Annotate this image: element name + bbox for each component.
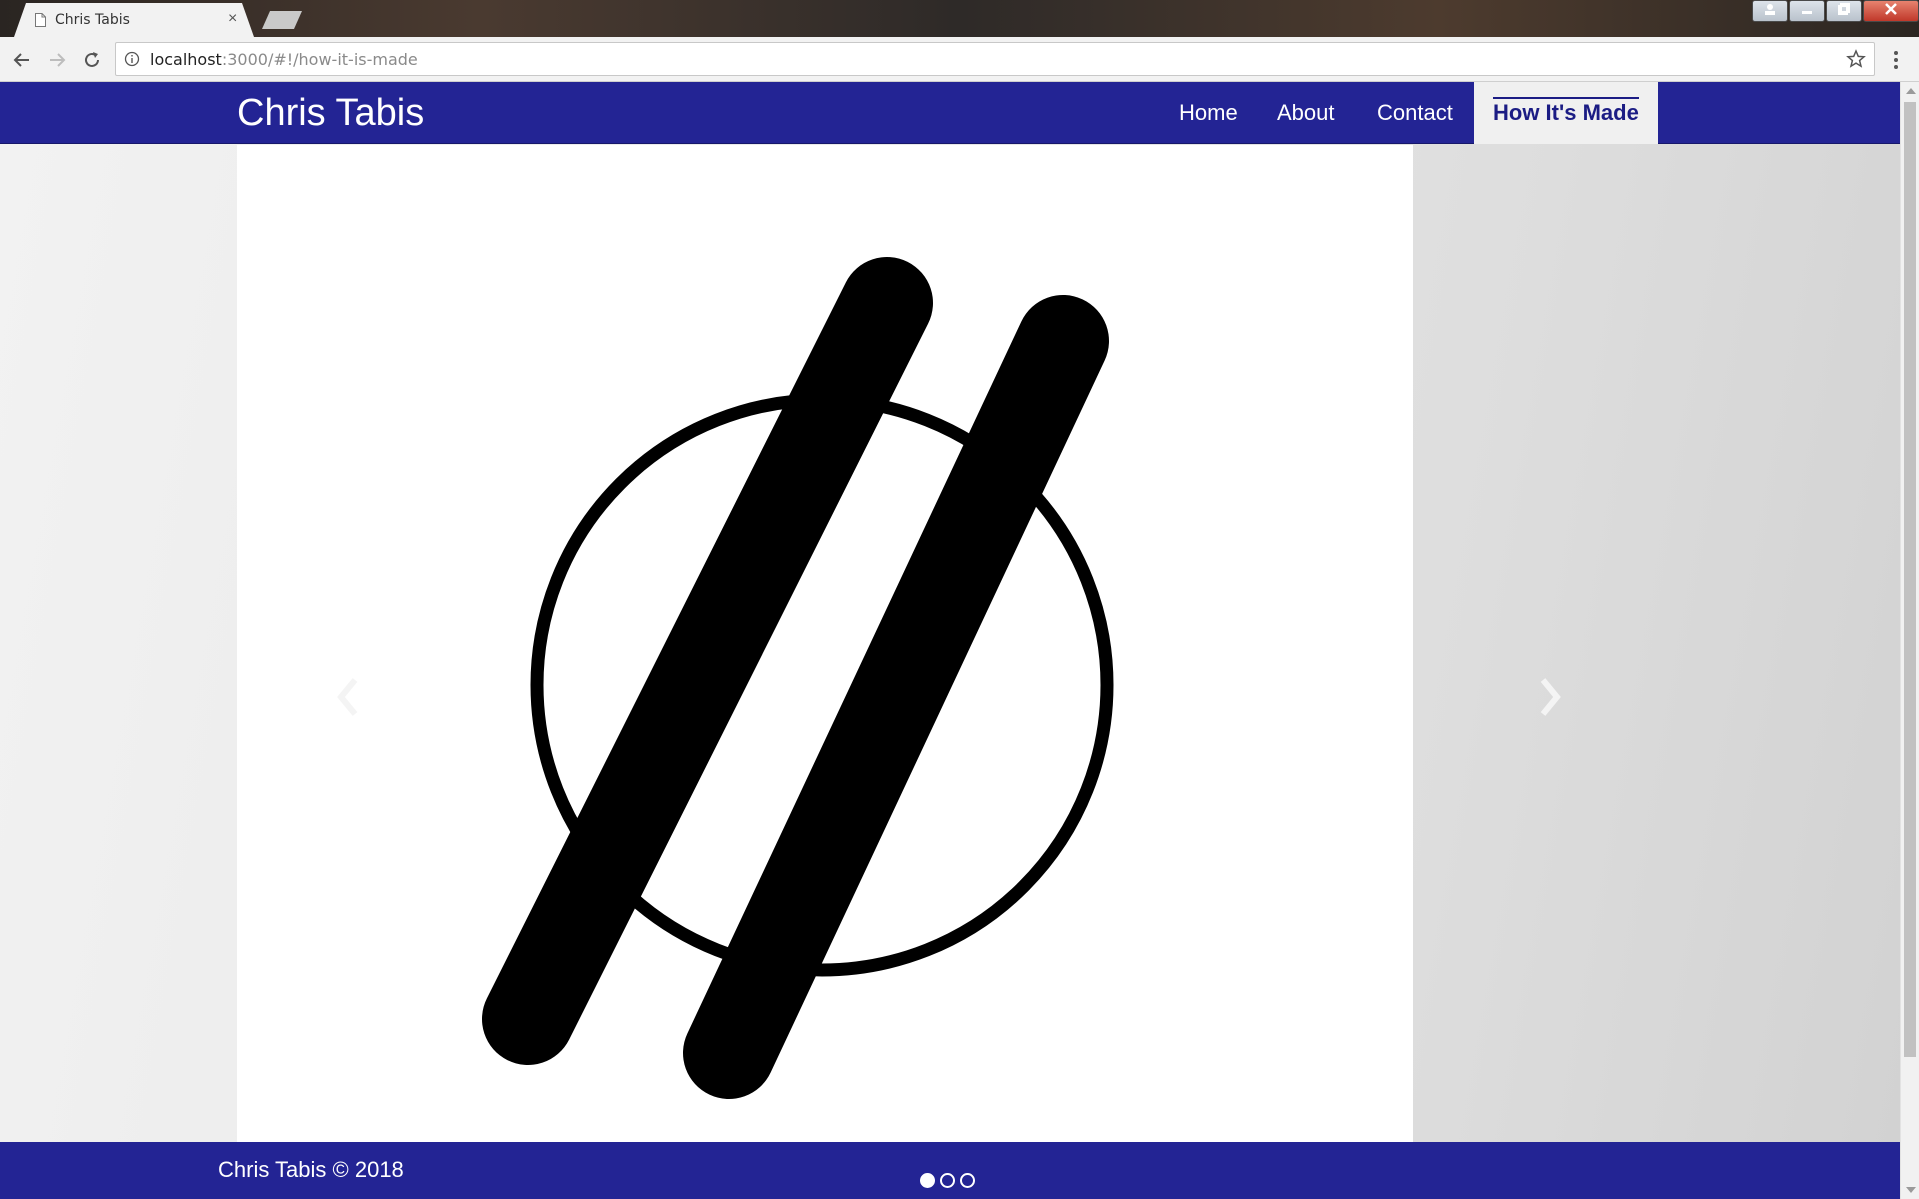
tab-close-icon[interactable]: × [228,10,237,28]
info-icon[interactable] [124,51,140,67]
scroll-thumb[interactable] [1904,102,1916,1057]
new-tab-button[interactable] [262,11,302,29]
footer-copyright: Chris Tabis © 2018 [218,1157,404,1182]
user-icon[interactable] [1752,0,1788,22]
window-controls [1751,0,1919,26]
nav-contact[interactable]: Contact [1377,82,1453,144]
carousel-indicators [920,1173,975,1188]
bookmark-star-icon[interactable] [1846,49,1866,69]
restore-icon[interactable] [1826,0,1862,22]
tab-title: Chris Tabis [55,12,130,28]
scroll-down-icon[interactable] [1906,1187,1916,1193]
close-window-icon[interactable] [1863,0,1919,22]
active-underline [1493,97,1639,99]
page-scrollbar[interactable] [1900,82,1919,1199]
site-brand[interactable]: Chris Tabis [237,92,424,135]
logo-image [482,257,1114,1099]
page-viewport: Chris Tabis Home About Contact How It's … [0,82,1900,1199]
carousel-dot-2[interactable] [940,1173,955,1188]
forward-icon[interactable] [46,49,68,71]
carousel-slide [237,145,1413,1142]
site-footer: Chris Tabis © 2018 [0,1142,1900,1199]
carousel-dot-3[interactable] [960,1173,975,1188]
reload-icon[interactable] [81,49,103,71]
carousel-dot-1[interactable] [920,1173,935,1188]
site-navbar: Chris Tabis Home About Contact How It's … [0,82,1900,144]
browser-tab[interactable]: Chris Tabis × [14,3,254,37]
browser-menu-icon[interactable] [1893,49,1899,71]
back-icon[interactable] [11,49,33,71]
minimize-icon[interactable] [1789,0,1825,22]
url-text[interactable]: localhost:3000/#!/how-it-is-made [150,50,418,69]
scroll-up-icon[interactable] [1906,88,1916,94]
address-bar[interactable]: localhost:3000/#!/how-it-is-made [115,42,1875,76]
carousel-prev-icon[interactable] [333,672,363,722]
url-path: :3000/#!/how-it-is-made [221,50,418,69]
browser-toolbar: localhost:3000/#!/how-it-is-made [0,37,1919,82]
page-icon [35,13,46,27]
nav-home[interactable]: Home [1179,82,1238,144]
nav-about[interactable]: About [1277,82,1335,144]
url-host: localhost [150,50,222,69]
carousel-next-icon[interactable] [1535,672,1565,722]
browser-titlebar: Chris Tabis × [0,0,1919,37]
nav-how-its-made[interactable]: How It's Made [1474,82,1658,144]
nav-how-its-made-label: How It's Made [1493,100,1639,125]
